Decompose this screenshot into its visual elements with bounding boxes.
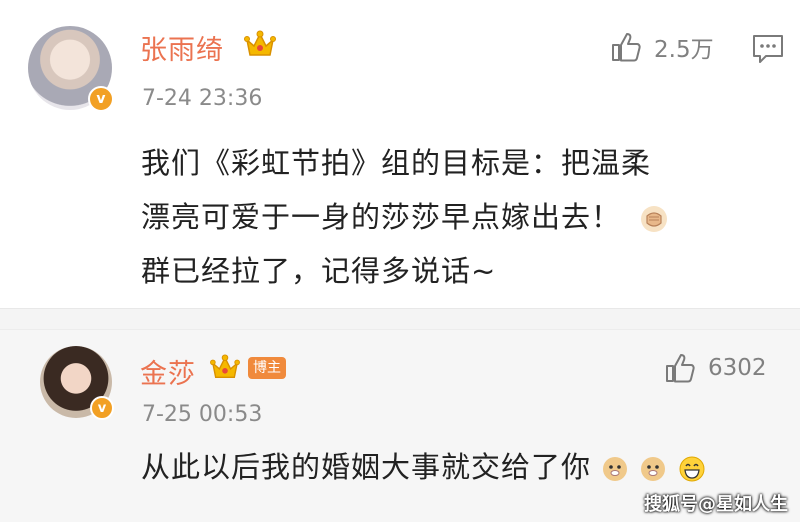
comment-line-2-text: 漂亮可爱于一身的莎莎早点嫁出去！ (141, 200, 622, 234)
blogger-tag: 博主 (248, 357, 286, 379)
verified-badge: v (88, 86, 114, 112)
separator (0, 308, 800, 330)
thumb-up-icon (666, 354, 695, 383)
comment-1: v 张雨绮 7-24 23:36 2.5万 我们《彩虹节拍》组的目标是：把温柔 … (0, 0, 800, 308)
comment-text-content: 从此以后我的婚姻大事就交给了你 (141, 450, 592, 484)
like-count: 2.5万 (654, 37, 714, 63)
avatar-jinsha[interactable]: v (40, 346, 114, 420)
author-name[interactable]: 张雨绮 (140, 28, 224, 67)
like-button[interactable]: 6302 (664, 352, 767, 384)
verified-badge: v (90, 396, 114, 420)
crown-icon (210, 354, 240, 379)
comment-icon[interactable] (752, 34, 784, 64)
thumb-up-icon (612, 33, 641, 62)
comment-time: 7-25 00:53 (142, 402, 263, 427)
doge-emoji (603, 457, 628, 481)
comment-2: v 金莎 博主 7-25 00:53 6302 从此以后我的婚姻大事就交给了你 … (0, 330, 800, 522)
comment-line-2: 漂亮可爱于一身的莎莎早点嫁出去！ (141, 190, 781, 244)
crown-icon (244, 30, 276, 56)
like-count: 6302 (708, 355, 767, 381)
author-name[interactable]: 金莎 (140, 352, 196, 391)
laugh-emoji (679, 456, 705, 482)
comment-time: 7-24 23:36 (142, 86, 263, 111)
comment-text: 我们《彩虹节拍》组的目标是：把温柔 漂亮可爱于一身的莎莎早点嫁出去！ 群已经拉了… (141, 136, 781, 298)
comment-text: 从此以后我的婚姻大事就交给了你 (141, 440, 781, 494)
doge-emoji (641, 457, 666, 481)
fist-emoji (641, 206, 668, 232)
comment-line-3: 群已经拉了，记得多说话~ (141, 254, 497, 288)
like-button[interactable]: 2.5万 (610, 30, 714, 64)
avatar-zhangyuqi[interactable]: v (28, 26, 114, 112)
watermark: 搜狐号@星如人生 (644, 494, 788, 515)
comment-line-1: 我们《彩虹节拍》组的目标是：把温柔 (141, 146, 652, 180)
